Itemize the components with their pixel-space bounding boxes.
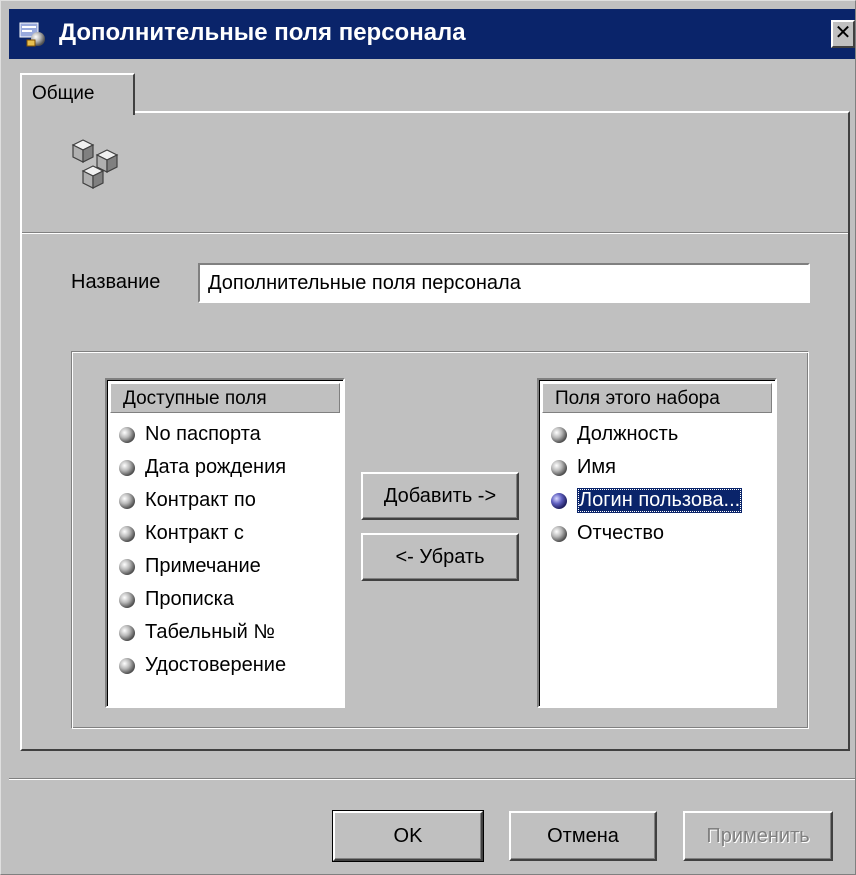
list-item-label: Контракт с (145, 522, 244, 544)
sphere-icon (549, 425, 569, 445)
add-field-button-label: Добавить -> (383, 484, 497, 507)
list-item[interactable]: Имя (549, 451, 772, 484)
sphere-icon (117, 590, 137, 610)
title-bar[interactable]: Дополнительные поля персонала ✕ (9, 9, 855, 59)
list-item-label: Имя (577, 456, 616, 478)
sphere-icon (549, 524, 569, 544)
list-item-label: No паспорта (145, 423, 261, 445)
list-item[interactable]: Отчество (549, 517, 772, 550)
remove-field-button-label: <- Убрать (395, 545, 485, 568)
tab-general-label: Общие (32, 83, 95, 104)
apply-button[interactable]: Применить (683, 811, 833, 861)
list-item-selected[interactable]: Логин пользова... (549, 484, 772, 517)
list-item-label: Дата рождения (145, 456, 287, 478)
sphere-icon (117, 524, 137, 544)
list-item-label: Должность (577, 423, 679, 445)
tab-general[interactable]: Общие (20, 73, 135, 115)
list-item-label: Удостоверение (145, 654, 287, 676)
list-item-label: Контракт по (145, 489, 256, 511)
available-fields-items: No паспорта Дата рождения Контракт по Ко… (117, 418, 340, 682)
list-item[interactable]: Контракт с (117, 517, 340, 550)
sphere-icon (117, 656, 137, 676)
sphere-icon (117, 557, 137, 577)
list-item[interactable]: Удостоверение (117, 649, 340, 682)
list-item[interactable]: Примечание (117, 550, 340, 583)
cancel-button[interactable]: Отмена (509, 811, 657, 861)
available-fields-header[interactable]: Доступные поля (110, 383, 340, 413)
window-title: Дополнительные поля персонала (59, 19, 466, 46)
sphere-icon (117, 425, 137, 445)
list-item[interactable]: Должность (549, 418, 772, 451)
list-item-label: Отчество (577, 522, 664, 544)
sphere-icon (117, 623, 137, 643)
list-item-label: Прописка (145, 588, 234, 610)
header-divider (22, 232, 848, 234)
sphere-icon (117, 491, 137, 511)
dialog-window: Дополнительные поля персонала ✕ Общие На… (0, 0, 856, 875)
cubes-icon (71, 136, 141, 206)
ok-button[interactable]: OK (332, 810, 484, 862)
available-fields-list[interactable]: Доступные поля No паспорта Дата рождения… (105, 378, 345, 708)
close-button[interactable]: ✕ (831, 20, 855, 48)
set-fields-header[interactable]: Поля этого набора (542, 383, 772, 413)
name-input[interactable]: Дополнительные поля персонала (198, 263, 810, 303)
add-field-button[interactable]: Добавить -> (361, 472, 519, 520)
ok-button-label: OK (393, 824, 423, 847)
cancel-button-label: Отмена (547, 824, 619, 847)
set-fields-list[interactable]: Поля этого набора Должность Имя Логин по… (537, 378, 777, 708)
sphere-icon (549, 491, 569, 511)
sphere-icon (117, 458, 137, 478)
list-item[interactable]: No паспорта (117, 418, 340, 451)
dialog-icon (19, 20, 47, 48)
sphere-icon (549, 458, 569, 478)
name-label: Название (71, 271, 161, 293)
list-item[interactable]: Прописка (117, 583, 340, 616)
apply-button-label: Применить (706, 824, 810, 847)
set-fields-items: Должность Имя Логин пользова... Отчество (549, 418, 772, 550)
footer-divider (9, 778, 855, 780)
remove-field-button[interactable]: <- Убрать (361, 533, 519, 581)
list-item-label: Примечание (145, 555, 261, 577)
list-item[interactable]: Контракт по (117, 484, 340, 517)
list-item[interactable]: Дата рождения (117, 451, 340, 484)
list-item[interactable]: Табельный № (117, 616, 340, 649)
list-item-label: Табельный № (145, 621, 275, 643)
list-item-label: Логин пользова... (577, 488, 743, 513)
close-icon: ✕ (834, 22, 852, 44)
